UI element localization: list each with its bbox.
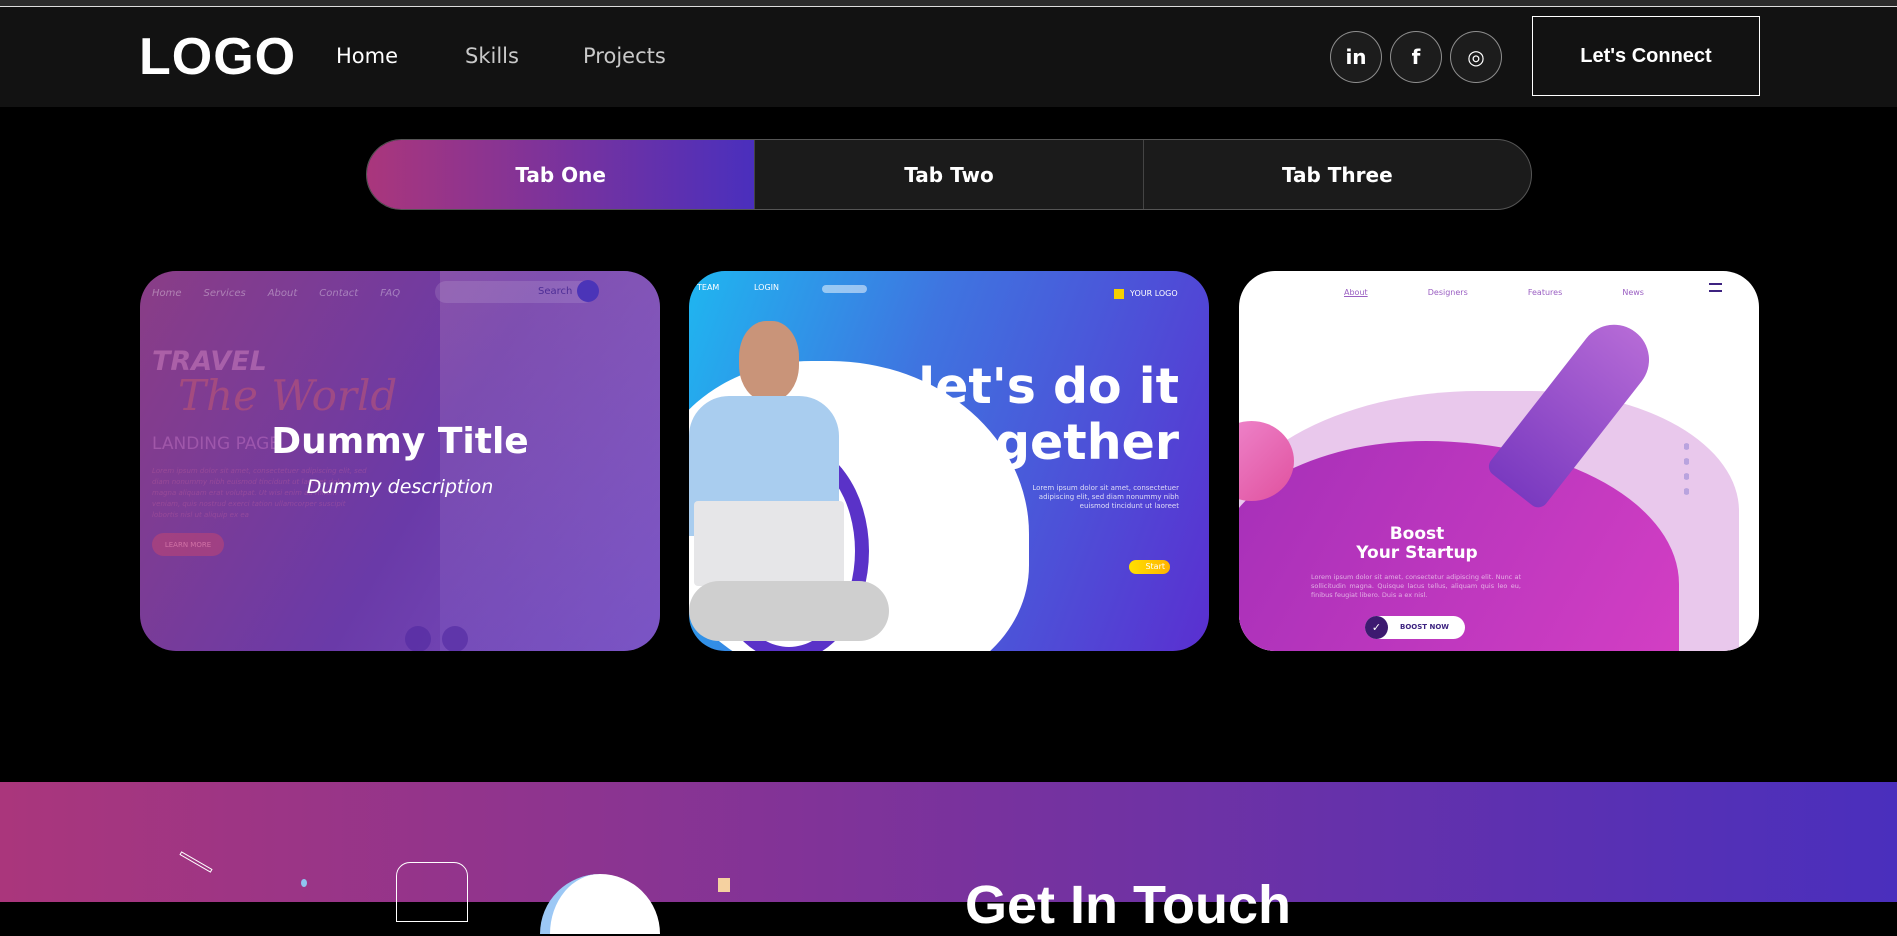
project-card-1[interactable]: Home Services About Contact FAQ Search TRAVE… [140, 271, 660, 651]
person-head [739, 321, 799, 401]
mock-nav-item: About [1344, 288, 1368, 297]
mock-nav-item: Services [203, 288, 246, 299]
mock-nav-item: FAQ [380, 288, 401, 299]
mock-body-text: Lorem ipsum dolor sit amet, consectetur … [1311, 573, 1521, 599]
browser-top-strip [0, 0, 1897, 7]
project-card-3[interactable]: About Designers Features News Boost Your Sta… [1239, 271, 1759, 651]
mock-headline: Boost Your Startup [1239, 525, 1595, 563]
lets-connect-button[interactable]: Let's Connect [1532, 16, 1760, 96]
arrow-right-icon [442, 626, 468, 651]
linkedin-button[interactable]: in [1330, 31, 1382, 83]
mock-nav-item: Contact [319, 288, 359, 299]
logo[interactable]: LOGO [139, 27, 296, 87]
tab-two[interactable]: Tab Two [755, 140, 1144, 209]
facebook-button[interactable]: f [1390, 31, 1442, 83]
project-card-2[interactable]: TEAM LOGIN YOUR LOGO let's do it togethe… [689, 271, 1209, 651]
mock-headline: let's do it together [918, 358, 1179, 471]
dot-illustration [301, 879, 307, 887]
mock-logo: YOUR LOGO [1130, 289, 1178, 298]
mock-nav-item: Features [1527, 288, 1563, 297]
logo-icon [1114, 289, 1124, 299]
laptop [694, 501, 844, 586]
card-title: Dummy Title [271, 421, 529, 462]
mock-nav-item: About [267, 288, 298, 299]
mock-nav-item: Home [152, 288, 182, 299]
mock-nav: Home Services About Contact FAQ [152, 288, 400, 299]
mock-nav-item: News [1622, 288, 1644, 297]
arrow-left-icon [405, 626, 431, 651]
mock-nav-item: LOGIN [754, 283, 780, 292]
mock-nav-item: Designers [1427, 288, 1468, 297]
square-illustration [718, 878, 730, 892]
mock-search-bar [822, 285, 867, 293]
mock-body-text: Lorem ipsum dolor sit amet, consectetuer… [1032, 484, 1179, 510]
shape-illustration [540, 874, 660, 934]
instagram-icon: ◎ [1467, 45, 1485, 69]
mock-script-heading: The World [178, 371, 398, 420]
project-tabs: Tab One Tab Two Tab Three [366, 139, 1532, 210]
navbar: LOGO Home Skills Projects in f ◎ Let's C… [0, 7, 1897, 107]
nav-link-skills[interactable]: Skills [465, 44, 519, 68]
search-icon [577, 280, 599, 302]
contact-section: Get In Touch [0, 782, 1897, 935]
mock-start-button: Start [1129, 560, 1170, 574]
nav-link-home[interactable]: Home [336, 44, 398, 68]
check-icon: ✓ [1365, 616, 1388, 639]
mock-headline-2: Your Startup [1356, 543, 1478, 563]
pencil-illustration [179, 851, 213, 873]
card-description: Dummy description [306, 476, 494, 498]
contact-title: Get In Touch [965, 875, 1291, 935]
tab-one[interactable]: Tab One [367, 140, 756, 209]
nav-link-projects[interactable]: Projects [583, 44, 666, 68]
person-legs [689, 581, 889, 641]
menu-icon [1709, 283, 1722, 292]
pagination-dots [1684, 439, 1689, 499]
linkedin-icon: in [1345, 45, 1367, 69]
mock-search-label: Search [538, 286, 573, 297]
mock-learn-more-button: LEARN MORE [152, 533, 224, 556]
mock-nav-item: TEAM [697, 283, 720, 292]
mock-nav: About Designers Features News [1344, 288, 1644, 297]
instagram-button[interactable]: ◎ [1450, 31, 1502, 83]
facebook-icon: f [1411, 45, 1421, 69]
tab-three[interactable]: Tab Three [1144, 140, 1531, 209]
mock-headline-1: Boost [1389, 524, 1445, 544]
phone-illustration [396, 862, 468, 922]
